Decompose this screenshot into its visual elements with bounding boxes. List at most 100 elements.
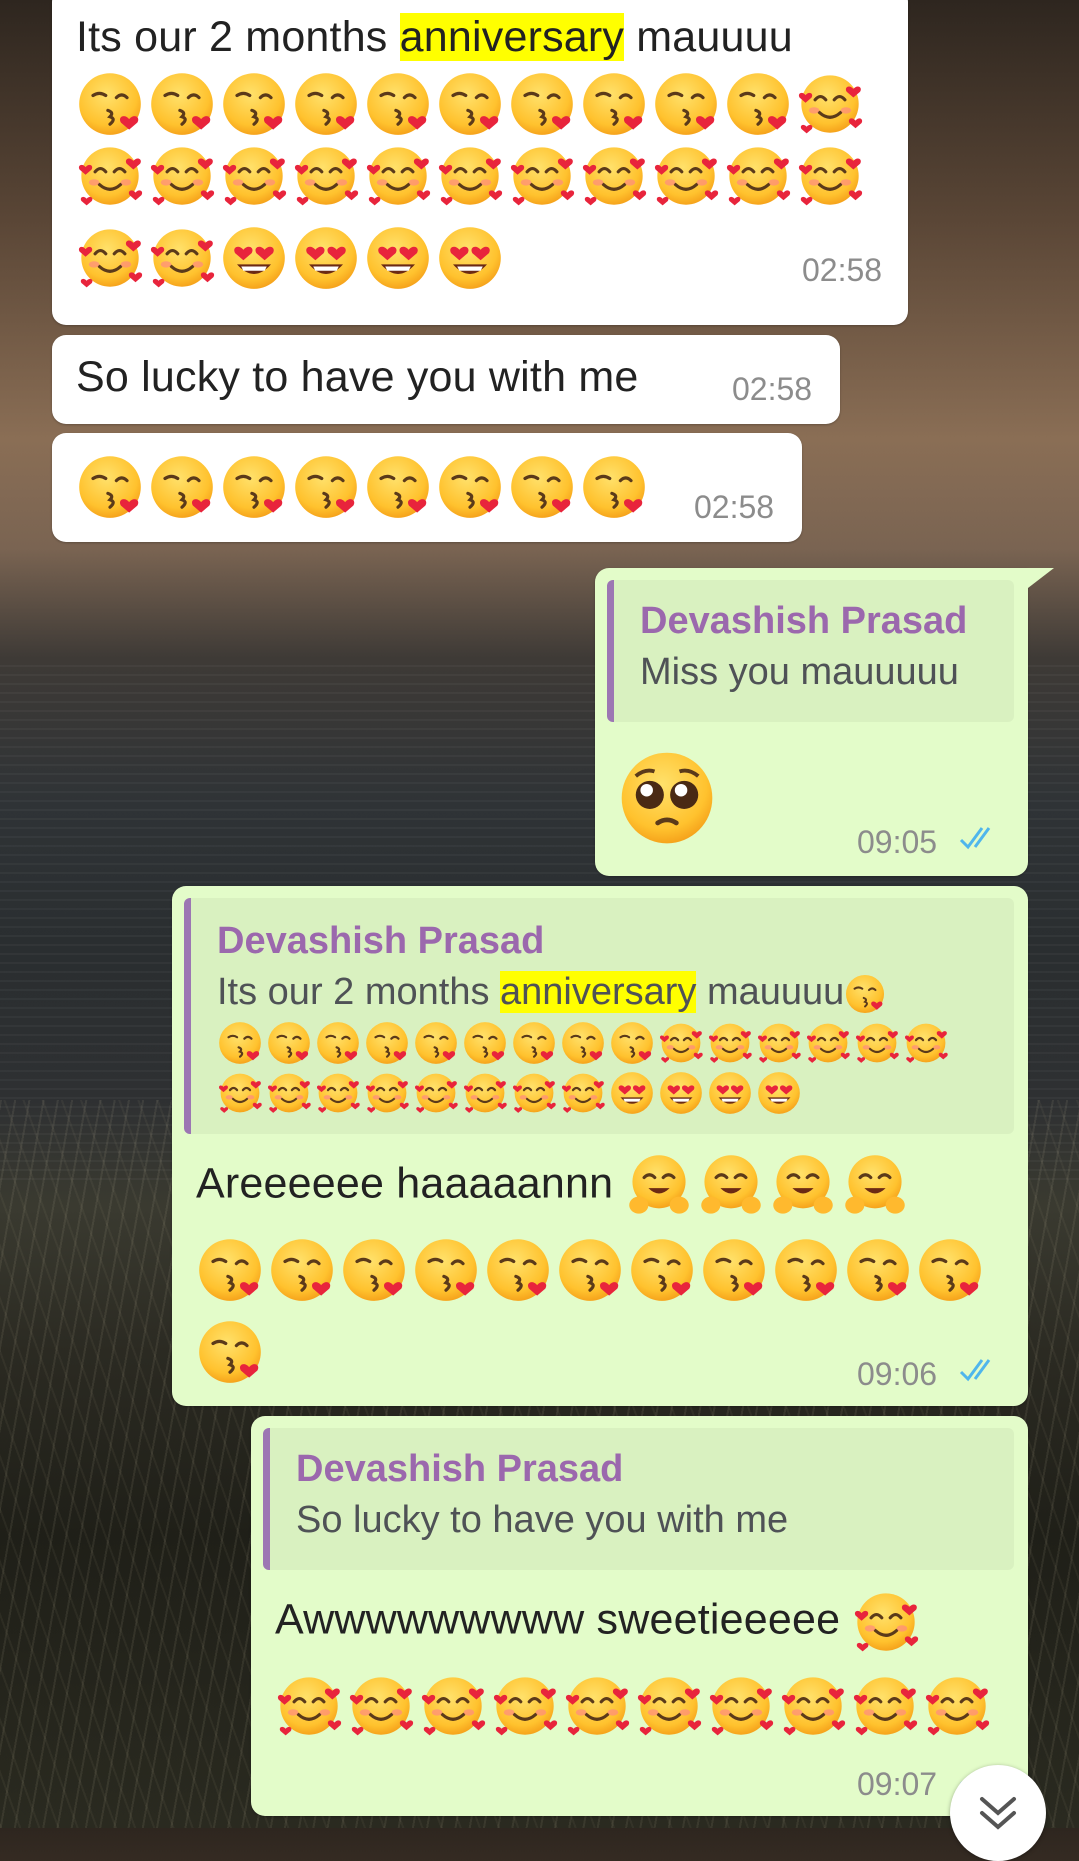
smiling-hearts-icon bbox=[491, 1672, 559, 1740]
message-time: 02:58 bbox=[802, 252, 883, 288]
outgoing-message-4[interactable]: Devashish Prasad Miss you mauuuuu 09:05 bbox=[595, 568, 1028, 876]
read-ticks-icon bbox=[959, 1359, 991, 1382]
smiling-hearts-emoji bbox=[852, 1595, 924, 1643]
emoji-row bbox=[76, 70, 868, 138]
reply-quote[interactable]: Devashish Prasad Miss you mauuuuu bbox=[607, 580, 1014, 722]
message-time: 09:05 bbox=[857, 824, 938, 860]
smiling-hearts-icon bbox=[854, 1020, 900, 1066]
outgoing-message-5[interactable]: Devashish Prasad Its our 2 months annive… bbox=[172, 886, 1028, 1406]
kissing-heart-icon bbox=[724, 70, 792, 138]
message-time: 09:06 bbox=[857, 1356, 938, 1392]
outgoing-message-6[interactable]: Devashish Prasad So lucky to have you wi… bbox=[251, 1416, 1028, 1816]
kissing-heart-icon bbox=[268, 1236, 336, 1304]
incoming-message-3[interactable]: 02:58 bbox=[52, 433, 802, 542]
smiling-hearts-icon bbox=[580, 142, 648, 210]
message-text: Areeeeee haaaaannn bbox=[196, 1152, 913, 1220]
quote-text: Its our 2 months anniversary mauuuu bbox=[217, 970, 889, 1015]
smiling-hearts-icon bbox=[76, 142, 144, 210]
kissing-heart-icon bbox=[220, 453, 288, 521]
kissing-heart-icon bbox=[436, 70, 504, 138]
smiling-hearts-icon bbox=[851, 1672, 919, 1740]
kissing-heart-icon bbox=[148, 453, 216, 521]
smiling-hearts-icon bbox=[511, 1070, 557, 1116]
hugging-face-icon bbox=[841, 1152, 909, 1220]
kissing-heart-icon bbox=[413, 1020, 459, 1066]
kissing-heart-icon bbox=[916, 1236, 984, 1304]
heart-eyes-icon bbox=[707, 1070, 753, 1116]
kissing-heart-icon bbox=[700, 1236, 768, 1304]
kissing-heart-icon bbox=[364, 70, 432, 138]
message-text: Awwwwwwwww sweetieeeee bbox=[275, 1588, 924, 1656]
read-ticks-icon bbox=[959, 827, 991, 850]
incoming-message-2[interactable]: So lucky to have you with me 02:58 bbox=[52, 335, 840, 424]
quote-text-part: mauuuu bbox=[696, 971, 845, 1013]
kissing-heart-icon bbox=[196, 1318, 264, 1386]
emoji-row bbox=[196, 1236, 988, 1304]
smiling-hearts-icon bbox=[756, 1020, 802, 1066]
emoji-row bbox=[217, 1070, 805, 1116]
emoji-row bbox=[76, 142, 868, 210]
kissing-heart-icon bbox=[292, 70, 360, 138]
heart-eyes-icon bbox=[364, 224, 432, 292]
kissing-heart-icon bbox=[844, 1236, 912, 1304]
kissing-heart-icon bbox=[292, 453, 360, 521]
message-time: 09:07 bbox=[857, 1766, 938, 1802]
kissing-heart-icon bbox=[580, 453, 648, 521]
heart-eyes-icon bbox=[609, 1070, 655, 1116]
quote-text: So lucky to have you with me bbox=[296, 1499, 789, 1541]
smiling-hearts-icon bbox=[658, 1020, 704, 1066]
smiling-hearts-icon bbox=[347, 1672, 415, 1740]
smiling-hearts-icon bbox=[852, 1588, 920, 1656]
search-highlight: anniversary bbox=[399, 13, 625, 61]
incoming-message-1[interactable]: Its our 2 months anniversary mauuuu 02:5… bbox=[52, 0, 908, 325]
message-time: 02:58 bbox=[694, 489, 775, 525]
smiling-hearts-icon bbox=[508, 142, 576, 210]
kissing-heart-icon bbox=[364, 453, 432, 521]
kissing-heart-icon bbox=[484, 1236, 552, 1304]
scroll-to-bottom-button[interactable] bbox=[950, 1765, 1046, 1861]
heart-eyes-icon bbox=[756, 1070, 802, 1116]
smiling-hearts-icon bbox=[923, 1672, 991, 1740]
smiling-hearts-icon bbox=[148, 224, 216, 292]
kissing-heart-icon bbox=[511, 1020, 557, 1066]
hugging-face-icon bbox=[769, 1152, 837, 1220]
smiling-hearts-icon bbox=[652, 142, 720, 210]
message-text-part: mauuuu bbox=[624, 13, 793, 61]
smiling-hearts-icon bbox=[275, 1672, 343, 1740]
kissing-heart-icon bbox=[364, 1020, 410, 1066]
hugging-face-icon bbox=[625, 1152, 693, 1220]
kissing-heart-icon bbox=[76, 70, 144, 138]
message-text-part: Areeeeee haaaaannn bbox=[196, 1159, 614, 1208]
kissing-heart-icon bbox=[340, 1236, 408, 1304]
smiling-hearts-icon bbox=[364, 142, 432, 210]
emoji-row bbox=[76, 453, 652, 521]
kissing-heart-icon bbox=[652, 70, 720, 138]
smiling-hearts-icon bbox=[707, 1672, 775, 1740]
emoji-row bbox=[196, 1318, 268, 1386]
kissing-heart-icon bbox=[217, 1020, 263, 1066]
quote-text-part: Its our 2 months bbox=[217, 971, 501, 1013]
kissing-heart-icon bbox=[220, 70, 288, 138]
smiling-hearts-icon bbox=[805, 1020, 851, 1066]
smiling-hearts-icon bbox=[724, 142, 792, 210]
chevron-double-down-icon bbox=[980, 1797, 1016, 1830]
kissing-heart-icon bbox=[508, 70, 576, 138]
message-text: Its our 2 months anniversary mauuuu bbox=[76, 6, 793, 68]
kissing-heart-icon bbox=[508, 453, 576, 521]
kissing-heart-icon bbox=[462, 1020, 508, 1066]
quote-author: Devashish Prasad bbox=[296, 1448, 624, 1490]
kissing-heart-icon bbox=[412, 1236, 480, 1304]
message-text: So lucky to have you with me bbox=[76, 353, 639, 401]
quote-author: Devashish Prasad bbox=[640, 600, 968, 642]
reply-quote[interactable]: Devashish Prasad So lucky to have you wi… bbox=[263, 1428, 1014, 1570]
smiling-hearts-icon bbox=[364, 1070, 410, 1116]
message-text-part: Awwwwwwwww sweetieeeee bbox=[275, 1595, 841, 1644]
smiling-hearts-icon bbox=[419, 1672, 487, 1740]
smiling-hearts-icon bbox=[462, 1070, 508, 1116]
hugging-emoji-group bbox=[625, 1159, 913, 1207]
emoji-row bbox=[275, 1672, 995, 1740]
smiling-hearts-icon bbox=[292, 142, 360, 210]
reply-quote[interactable]: Devashish Prasad Its our 2 months annive… bbox=[184, 898, 1014, 1134]
smiling-hearts-icon bbox=[315, 1070, 361, 1116]
kissing-heart-icon bbox=[556, 1236, 624, 1304]
